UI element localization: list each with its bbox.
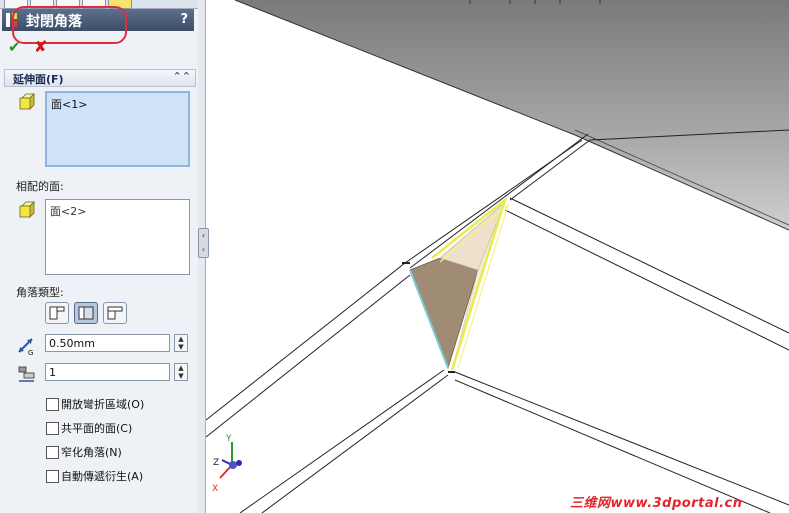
corner-type-butt-button[interactable] [45,302,69,324]
auto-propagation-checkbox[interactable] [46,470,59,483]
gap-spin-button[interactable]: ▲ ▼ [174,334,188,352]
gap-distance-icon: G [18,338,33,356]
overlap-corner-icon [78,306,94,320]
help-button[interactable]: ? [180,12,188,27]
matching-faces-label: 相配的面: [16,180,64,193]
list-item[interactable]: 面<2> [50,203,86,219]
watermark: 三维网www.3dportal.cn [570,496,743,511]
gap-distance-input[interactable]: 0.50mm [45,334,170,352]
checkbox-label: 共平面的面(C) [61,422,133,435]
coplanar-faces-checkbox[interactable] [46,422,59,435]
annotation-ring [12,6,127,44]
checkbox-label: 自動傳遞衍生(A) [61,470,144,483]
cancel-button[interactable]: ✘ [34,37,47,56]
face-selection-icon [19,93,35,110]
corner-type-overlap-button[interactable] [74,302,98,324]
ok-button[interactable]: ✔ [8,38,21,56]
triad-y-label: Y [225,434,232,444]
checkbox-label: 開放彎折區域(O) [61,398,145,411]
checkbox-label: 窄化角落(N) [61,446,122,459]
ratio-spin-button[interactable]: ▲ ▼ [174,363,188,381]
overlap-ratio-input[interactable]: 1 [45,363,170,381]
corner-type-underlap-button[interactable] [103,302,127,324]
extend-faces-section-header[interactable]: 延伸面(F) ⌃⌃ [4,69,196,87]
open-bend-region-checkbox[interactable] [46,398,59,411]
triad-x-label: X [212,484,218,494]
matching-faces-list[interactable]: 面<2> [45,199,190,275]
part-wall-face[interactable] [235,0,789,230]
narrow-corner-checkbox[interactable] [46,446,59,459]
graphics-viewport[interactable]: Y Z X [206,0,789,513]
overlap-ratio-icon [18,366,35,382]
faces-to-extend-list[interactable]: 面<1> [45,91,190,167]
triad-z-label: Z [213,458,219,468]
svg-text:G: G [28,349,33,356]
coordinate-triad: Y Z X [212,434,242,494]
section-title: 延伸面(F) [13,73,64,86]
face-selection-icon [19,201,35,218]
list-item[interactable]: 面<1> [51,96,87,112]
butt-corner-icon [49,306,65,320]
collapse-icon[interactable]: ⌃⌃ [173,70,191,83]
property-manager-panel: 封閉角落 ? ✔ ✘ 延伸面(F) ⌃⌃ 面<1> 相配的面: 面<2> 角落類… [0,0,199,513]
underlap-corner-icon [107,306,123,320]
corner-type-label: 角落類型: [16,286,64,299]
corner-face-right[interactable] [439,201,506,271]
